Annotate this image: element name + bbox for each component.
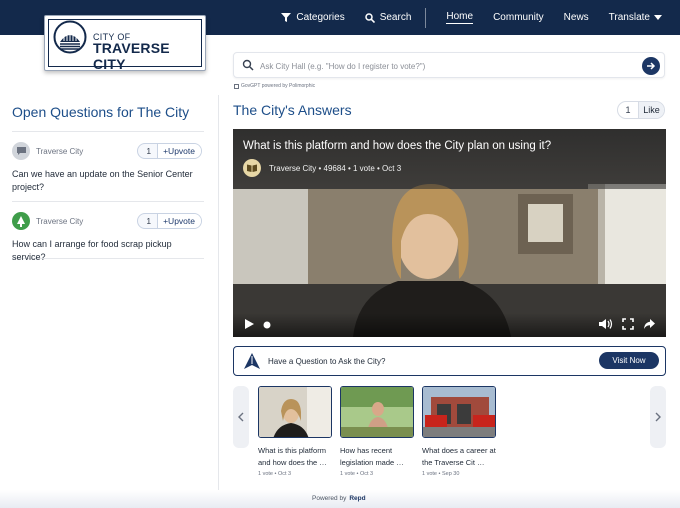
book-icon — [243, 159, 261, 177]
search-submit-button[interactable] — [642, 57, 660, 75]
carousel-thumbnail[interactable] — [258, 386, 332, 438]
video-meta: Traverse City • 49684 • 1 vote • Oct 3 — [243, 159, 401, 177]
nav-search[interactable]: Search — [364, 12, 412, 23]
logo-city-name: TRAVERSE CITY — [93, 40, 170, 72]
carousel-item-meta: 1 vote • Oct 3 — [340, 471, 374, 477]
caret-down-icon — [654, 14, 662, 20]
thumbnail-image — [259, 387, 331, 437]
ask-city-hall-search — [233, 52, 665, 78]
nav-translate-label: Translate — [608, 12, 650, 23]
nav-categories-label: Categories — [296, 12, 345, 23]
question-text: How can I arrange for food scrap pickup … — [12, 239, 172, 262]
video-controls — [233, 313, 666, 337]
video-player[interactable]: What is this platform and how does the C… — [233, 129, 666, 337]
ask-question-banner: Have a Question to Ask the City? Visit N… — [233, 346, 666, 376]
footer: Powered by Repd — [0, 490, 680, 508]
video-meta-text: Traverse City • 49684 • 1 vote • Oct 3 — [269, 163, 402, 173]
filter-icon — [281, 13, 292, 22]
upvote-button[interactable]: 1 +Upvote — [137, 213, 202, 229]
nav-divider — [425, 7, 427, 28]
fullscreen-icon[interactable] — [622, 318, 634, 330]
carousel-next-button[interactable] — [650, 386, 666, 448]
nav-home[interactable]: Home — [446, 11, 474, 24]
upvote-button[interactable]: 1 +Upvote — [137, 143, 202, 159]
video-header: What is this platform and how does the C… — [233, 129, 666, 189]
chat-bubble-icon — [16, 147, 26, 155]
search-icon — [364, 12, 375, 23]
megaphone-icon — [244, 353, 260, 369]
nav-home-label: Home — [446, 11, 474, 24]
carousel-item-meta: 1 vote • Oct 3 — [258, 471, 292, 477]
city-emblem-icon — [53, 20, 87, 54]
carousel-thumbnail[interactable] — [422, 386, 496, 438]
powered-by[interactable]: Powered by Repd — [312, 495, 366, 502]
nav-search-label: Search — [379, 12, 412, 23]
question-author: Traverse City — [36, 147, 84, 156]
question-text: Can we have an update on the Senior Cent… — [12, 169, 193, 192]
carousel-item-title: How has recent legislation made … — [340, 446, 404, 467]
nav-community[interactable]: Community — [493, 12, 544, 23]
upvote-count: 1 — [146, 146, 152, 156]
question-author: Traverse City — [36, 217, 84, 226]
carousel-thumbnail[interactable] — [340, 386, 414, 438]
like-label: Like — [638, 102, 664, 118]
city-logo[interactable]: CITY OF TRAVERSE CITY — [44, 15, 206, 72]
repd-brand: Repd — [349, 495, 366, 502]
nav-news-label: News — [563, 12, 589, 23]
nav-community-label: Community — [493, 12, 544, 23]
thumbnail-image — [423, 387, 495, 437]
nav-translate[interactable]: Translate — [609, 12, 662, 23]
govgpt-credit-text: GovGPT powered by Polimorphic — [241, 83, 316, 89]
question-avatar — [12, 212, 30, 230]
nav-news[interactable]: News — [564, 12, 589, 23]
carousel-item-title: What does a career at the Traverse Cit … — [422, 446, 496, 467]
question-item[interactable]: Traverse City 1 +Upvote Can we have an u… — [12, 131, 204, 201]
open-questions-list: Traverse City 1 +Upvote Can we have an u… — [12, 131, 204, 262]
like-button[interactable]: 1 Like — [617, 101, 665, 119]
carousel-item-meta: 1 vote • Sep 30 — [422, 471, 460, 477]
volume-icon[interactable] — [599, 318, 613, 330]
nav-categories[interactable]: Categories — [281, 12, 345, 23]
question-item[interactable]: Traverse City 1 +Upvote How can I arrang… — [12, 201, 204, 262]
column-divider — [218, 95, 219, 490]
progress-scrubber[interactable] — [263, 321, 271, 329]
share-icon[interactable] — [643, 318, 656, 330]
ask-question-text: Have a Question to Ask the City? — [268, 357, 386, 366]
play-icon[interactable] — [243, 318, 255, 330]
like-count: 1 — [625, 105, 631, 115]
govgpt-icon — [234, 83, 239, 89]
answers-title: The City's Answers — [233, 102, 352, 118]
arrow-right-icon — [647, 62, 656, 70]
carousel-item-title: What is this platform and how does the … — [258, 446, 327, 467]
question-avatar — [12, 142, 30, 160]
video-title: What is this platform and how does the C… — [243, 140, 552, 152]
thumbnail-image — [341, 387, 413, 437]
govgpt-credit: GovGPT powered by Polimorphic — [234, 83, 315, 89]
carousel-prev-button[interactable] — [233, 386, 249, 448]
search-icon — [242, 59, 254, 71]
chevron-right-icon — [655, 412, 661, 422]
main-nav: Categories Search Home Community News Tr… — [261, 0, 662, 35]
open-questions-title: Open Questions for The City — [12, 104, 190, 120]
chevron-left-icon — [238, 412, 244, 422]
upvote-label: +Upvote — [157, 214, 201, 228]
visit-now-button[interactable]: Visit Now — [599, 352, 659, 369]
tree-icon — [17, 215, 25, 227]
upvote-label: +Upvote — [157, 144, 201, 158]
powered-by-label: Powered by — [312, 495, 347, 502]
upvote-count: 1 — [146, 216, 152, 226]
search-input[interactable] — [260, 57, 630, 75]
